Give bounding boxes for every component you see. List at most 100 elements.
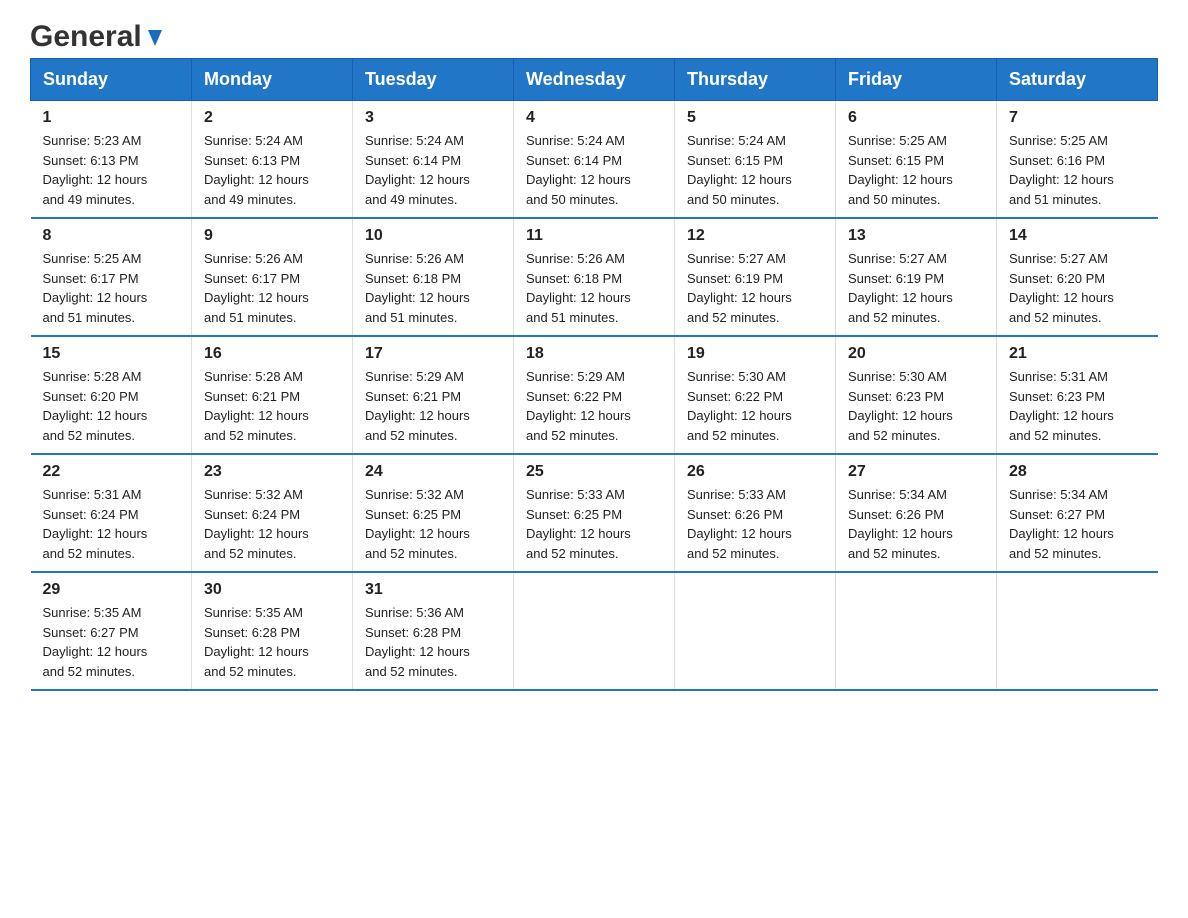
page-header: General: [30, 20, 1158, 48]
day-info: Sunrise: 5:27 AMSunset: 6:20 PMDaylight:…: [1009, 249, 1146, 327]
day-info: Sunrise: 5:31 AMSunset: 6:24 PMDaylight:…: [43, 485, 180, 563]
day-number: 24: [365, 463, 501, 481]
day-info: Sunrise: 5:30 AMSunset: 6:22 PMDaylight:…: [687, 367, 823, 445]
calendar-cell: 21 Sunrise: 5:31 AMSunset: 6:23 PMDaylig…: [997, 336, 1158, 454]
day-info: Sunrise: 5:26 AMSunset: 6:18 PMDaylight:…: [365, 249, 501, 327]
day-number: 16: [204, 345, 340, 363]
day-info: Sunrise: 5:23 AMSunset: 6:13 PMDaylight:…: [43, 131, 180, 209]
day-info: Sunrise: 5:28 AMSunset: 6:21 PMDaylight:…: [204, 367, 340, 445]
calendar-cell: [836, 572, 997, 690]
calendar-cell: 29 Sunrise: 5:35 AMSunset: 6:27 PMDaylig…: [31, 572, 192, 690]
day-info: Sunrise: 5:33 AMSunset: 6:25 PMDaylight:…: [526, 485, 662, 563]
calendar-cell: 15 Sunrise: 5:28 AMSunset: 6:20 PMDaylig…: [31, 336, 192, 454]
calendar-cell: 7 Sunrise: 5:25 AMSunset: 6:16 PMDayligh…: [997, 101, 1158, 219]
calendar-cell: 10 Sunrise: 5:26 AMSunset: 6:18 PMDaylig…: [353, 218, 514, 336]
calendar-cell: 19 Sunrise: 5:30 AMSunset: 6:22 PMDaylig…: [675, 336, 836, 454]
day-number: 12: [687, 227, 823, 245]
day-number: 29: [43, 581, 180, 599]
calendar-cell: 24 Sunrise: 5:32 AMSunset: 6:25 PMDaylig…: [353, 454, 514, 572]
header-cell-tuesday: Tuesday: [353, 59, 514, 101]
day-info: Sunrise: 5:34 AMSunset: 6:26 PMDaylight:…: [848, 485, 984, 563]
header-cell-saturday: Saturday: [997, 59, 1158, 101]
day-info: Sunrise: 5:34 AMSunset: 6:27 PMDaylight:…: [1009, 485, 1146, 563]
calendar-cell: 27 Sunrise: 5:34 AMSunset: 6:26 PMDaylig…: [836, 454, 997, 572]
day-number: 8: [43, 227, 180, 245]
day-number: 31: [365, 581, 501, 599]
day-info: Sunrise: 5:29 AMSunset: 6:22 PMDaylight:…: [526, 367, 662, 445]
calendar-cell: 23 Sunrise: 5:32 AMSunset: 6:24 PMDaylig…: [192, 454, 353, 572]
calendar-cell: 25 Sunrise: 5:33 AMSunset: 6:25 PMDaylig…: [514, 454, 675, 572]
day-info: Sunrise: 5:24 AMSunset: 6:13 PMDaylight:…: [204, 131, 340, 209]
calendar-cell: 8 Sunrise: 5:25 AMSunset: 6:17 PMDayligh…: [31, 218, 192, 336]
calendar-cell: 16 Sunrise: 5:28 AMSunset: 6:21 PMDaylig…: [192, 336, 353, 454]
day-number: 19: [687, 345, 823, 363]
day-info: Sunrise: 5:33 AMSunset: 6:26 PMDaylight:…: [687, 485, 823, 563]
calendar-cell: 2 Sunrise: 5:24 AMSunset: 6:13 PMDayligh…: [192, 101, 353, 219]
header-row: SundayMondayTuesdayWednesdayThursdayFrid…: [31, 59, 1158, 101]
day-number: 7: [1009, 109, 1146, 127]
day-info: Sunrise: 5:35 AMSunset: 6:27 PMDaylight:…: [43, 603, 180, 681]
calendar-cell: [514, 572, 675, 690]
day-number: 17: [365, 345, 501, 363]
day-number: 4: [526, 109, 662, 127]
header-cell-friday: Friday: [836, 59, 997, 101]
day-info: Sunrise: 5:31 AMSunset: 6:23 PMDaylight:…: [1009, 367, 1146, 445]
calendar-cell: 28 Sunrise: 5:34 AMSunset: 6:27 PMDaylig…: [997, 454, 1158, 572]
day-number: 6: [848, 109, 984, 127]
day-number: 25: [526, 463, 662, 481]
day-number: 5: [687, 109, 823, 127]
logo-general: General: [30, 20, 142, 54]
day-number: 15: [43, 345, 180, 363]
calendar-cell: 31 Sunrise: 5:36 AMSunset: 6:28 PMDaylig…: [353, 572, 514, 690]
day-info: Sunrise: 5:27 AMSunset: 6:19 PMDaylight:…: [687, 249, 823, 327]
calendar-cell: 18 Sunrise: 5:29 AMSunset: 6:22 PMDaylig…: [514, 336, 675, 454]
day-info: Sunrise: 5:32 AMSunset: 6:25 PMDaylight:…: [365, 485, 501, 563]
day-info: Sunrise: 5:25 AMSunset: 6:17 PMDaylight:…: [43, 249, 180, 327]
day-info: Sunrise: 5:30 AMSunset: 6:23 PMDaylight:…: [848, 367, 984, 445]
day-number: 28: [1009, 463, 1146, 481]
day-info: Sunrise: 5:24 AMSunset: 6:14 PMDaylight:…: [365, 131, 501, 209]
calendar-body: 1 Sunrise: 5:23 AMSunset: 6:13 PMDayligh…: [31, 101, 1158, 691]
calendar-cell: 20 Sunrise: 5:30 AMSunset: 6:23 PMDaylig…: [836, 336, 997, 454]
day-number: 30: [204, 581, 340, 599]
day-info: Sunrise: 5:36 AMSunset: 6:28 PMDaylight:…: [365, 603, 501, 681]
calendar-cell: 4 Sunrise: 5:24 AMSunset: 6:14 PMDayligh…: [514, 101, 675, 219]
calendar-cell: 3 Sunrise: 5:24 AMSunset: 6:14 PMDayligh…: [353, 101, 514, 219]
day-info: Sunrise: 5:26 AMSunset: 6:17 PMDaylight:…: [204, 249, 340, 327]
day-info: Sunrise: 5:35 AMSunset: 6:28 PMDaylight:…: [204, 603, 340, 681]
day-number: 3: [365, 109, 501, 127]
day-number: 18: [526, 345, 662, 363]
header-cell-thursday: Thursday: [675, 59, 836, 101]
calendar-week-4: 22 Sunrise: 5:31 AMSunset: 6:24 PMDaylig…: [31, 454, 1158, 572]
header-cell-wednesday: Wednesday: [514, 59, 675, 101]
calendar-cell: 9 Sunrise: 5:26 AMSunset: 6:17 PMDayligh…: [192, 218, 353, 336]
day-info: Sunrise: 5:32 AMSunset: 6:24 PMDaylight:…: [204, 485, 340, 563]
day-info: Sunrise: 5:25 AMSunset: 6:16 PMDaylight:…: [1009, 131, 1146, 209]
day-info: Sunrise: 5:29 AMSunset: 6:21 PMDaylight:…: [365, 367, 501, 445]
day-info: Sunrise: 5:26 AMSunset: 6:18 PMDaylight:…: [526, 249, 662, 327]
day-info: Sunrise: 5:27 AMSunset: 6:19 PMDaylight:…: [848, 249, 984, 327]
day-number: 13: [848, 227, 984, 245]
day-number: 10: [365, 227, 501, 245]
calendar-cell: [675, 572, 836, 690]
day-number: 23: [204, 463, 340, 481]
calendar-header: SundayMondayTuesdayWednesdayThursdayFrid…: [31, 59, 1158, 101]
day-number: 20: [848, 345, 984, 363]
day-number: 22: [43, 463, 180, 481]
day-number: 1: [43, 109, 180, 127]
day-info: Sunrise: 5:24 AMSunset: 6:15 PMDaylight:…: [687, 131, 823, 209]
calendar-week-1: 1 Sunrise: 5:23 AMSunset: 6:13 PMDayligh…: [31, 101, 1158, 219]
day-number: 21: [1009, 345, 1146, 363]
day-number: 27: [848, 463, 984, 481]
calendar-cell: 17 Sunrise: 5:29 AMSunset: 6:21 PMDaylig…: [353, 336, 514, 454]
calendar-cell: 26 Sunrise: 5:33 AMSunset: 6:26 PMDaylig…: [675, 454, 836, 572]
logo: General: [30, 20, 166, 48]
calendar-cell: 13 Sunrise: 5:27 AMSunset: 6:19 PMDaylig…: [836, 218, 997, 336]
calendar-cell: 5 Sunrise: 5:24 AMSunset: 6:15 PMDayligh…: [675, 101, 836, 219]
day-info: Sunrise: 5:25 AMSunset: 6:15 PMDaylight:…: [848, 131, 984, 209]
calendar-week-5: 29 Sunrise: 5:35 AMSunset: 6:27 PMDaylig…: [31, 572, 1158, 690]
day-number: 11: [526, 227, 662, 245]
day-number: 14: [1009, 227, 1146, 245]
day-info: Sunrise: 5:28 AMSunset: 6:20 PMDaylight:…: [43, 367, 180, 445]
header-cell-monday: Monday: [192, 59, 353, 101]
